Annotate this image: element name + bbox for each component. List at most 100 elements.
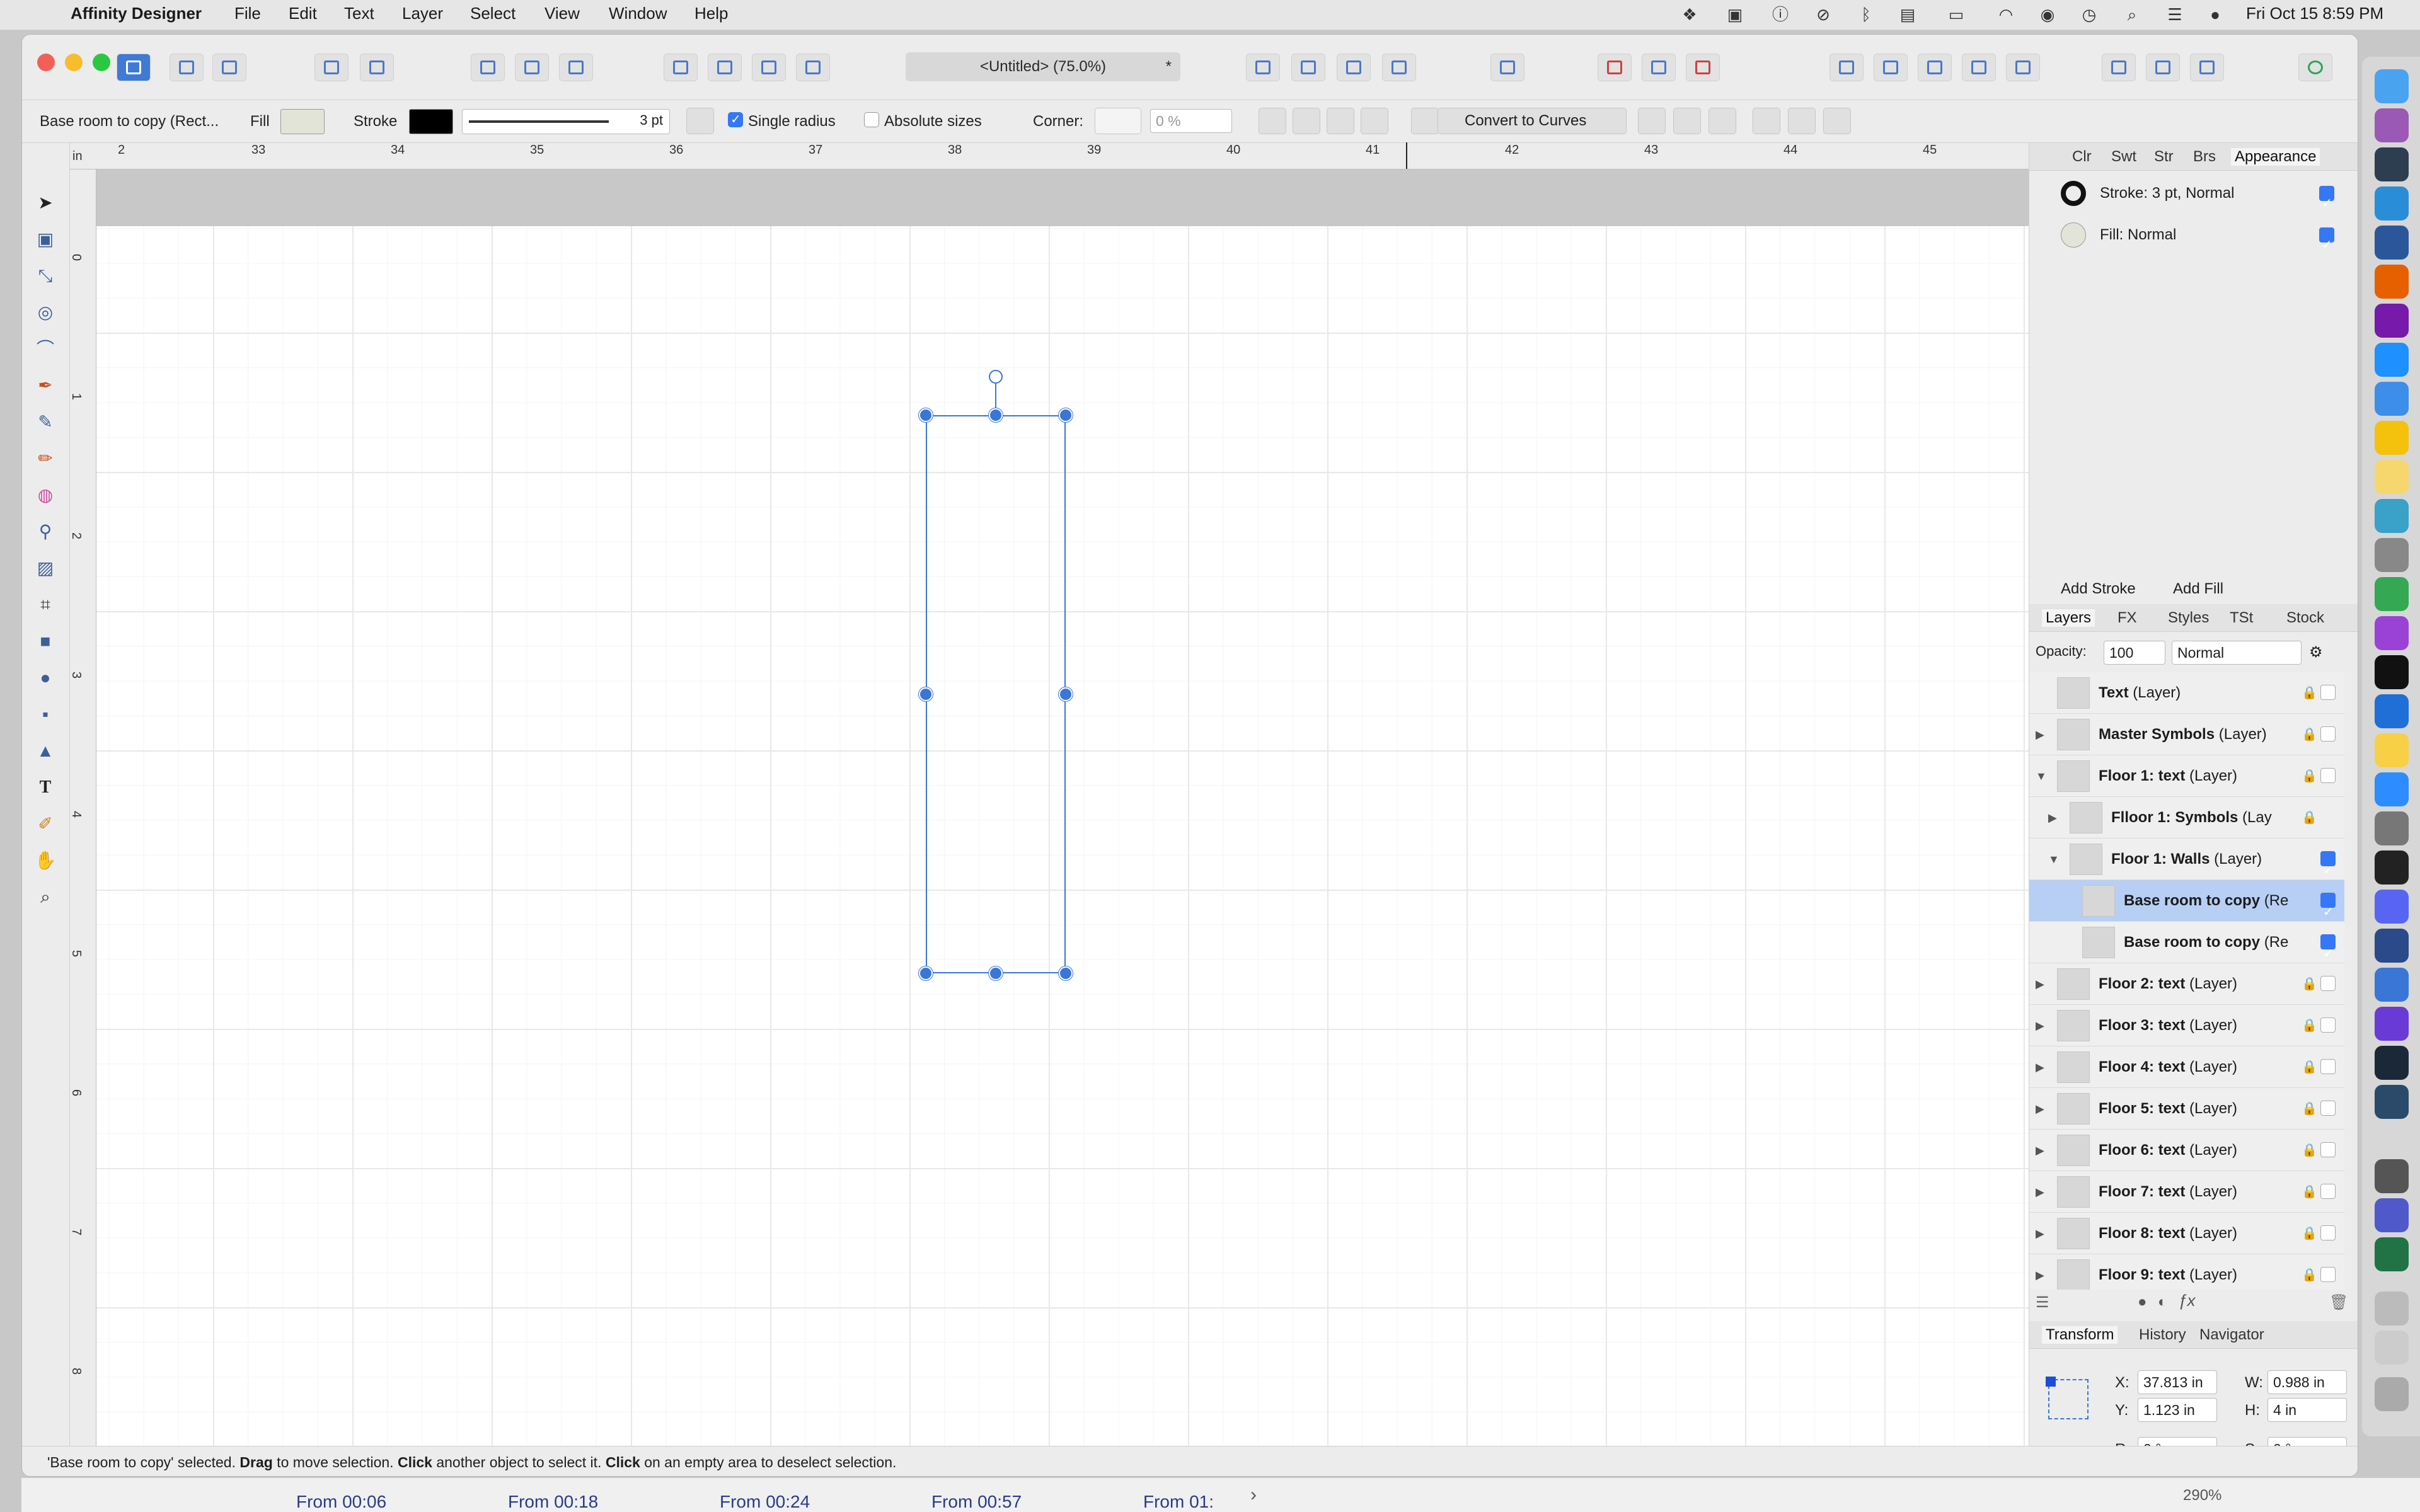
visibility-checkbox[interactable] xyxy=(2320,768,2336,783)
export-persona-icon[interactable] xyxy=(212,54,246,81)
menu-layer[interactable]: Layer xyxy=(402,4,443,23)
view-icon[interactable] xyxy=(1293,108,1320,134)
tab-styles[interactable]: Styles xyxy=(2168,609,2209,627)
visibility-checkbox[interactable] xyxy=(2320,1101,2336,1116)
visibility-checkbox[interactable] xyxy=(2320,726,2336,742)
tab-brushes[interactable]: Brs xyxy=(2193,148,2216,166)
corner-type-select[interactable] xyxy=(1095,108,1141,134)
canvas[interactable] xyxy=(96,169,2050,1476)
expand-triangle-icon[interactable]: ▶ xyxy=(2048,797,2057,838)
battery-icon[interactable]: ▭ xyxy=(1941,4,1971,25)
firefox-icon[interactable] xyxy=(2375,265,2409,299)
expand-triangle-icon[interactable]: ▶ xyxy=(2036,1254,2044,1290)
xor-boolean-icon[interactable] xyxy=(1962,54,1996,81)
launchpad-icon[interactable] xyxy=(2375,108,2409,142)
account-icon[interactable] xyxy=(2298,54,2332,81)
resize-handle[interactable] xyxy=(1059,687,1073,701)
anchor-selector[interactable] xyxy=(2046,1377,2089,1419)
siri-icon[interactable]: ● xyxy=(2204,4,2226,25)
expand-triangle-icon[interactable]: ▶ xyxy=(2036,714,2044,755)
layer-row[interactable]: ▶ Floor 6: text (Layer) 🔒 xyxy=(2029,1130,2344,1171)
stroke-settings-icon[interactable] xyxy=(686,108,714,134)
layer-row[interactable]: ▶ Flloor 1: Symbols (Lay 🔒 xyxy=(2029,797,2344,839)
insert-top-icon[interactable] xyxy=(2190,54,2224,81)
onenote-icon[interactable] xyxy=(2375,304,2409,338)
align-middle-icon[interactable] xyxy=(1788,108,1816,134)
resize-handle[interactable] xyxy=(919,408,933,422)
app-icon[interactable] xyxy=(2375,929,2409,963)
layer-row[interactable]: Text (Layer) 🔒 xyxy=(2029,672,2344,714)
assistant-icon[interactable] xyxy=(314,54,349,81)
search-icon[interactable]: ⌕ xyxy=(2121,4,2143,25)
collapse-triangle-icon[interactable]: ▼ xyxy=(2036,755,2047,796)
absolute-sizes-checkbox[interactable] xyxy=(864,112,879,127)
app-icon[interactable] xyxy=(2375,499,2409,533)
app-icon[interactable] xyxy=(2375,694,2409,728)
tab-stroke[interactable]: Str xyxy=(2154,148,2174,166)
convert-to-curves-button[interactable]: Convert to Curves xyxy=(1438,108,1627,134)
teams-icon[interactable] xyxy=(2375,1198,2409,1232)
tab-colour[interactable]: Clr xyxy=(2072,148,2092,166)
tab-layers[interactable]: Layers xyxy=(2042,609,2095,627)
designer-persona-icon[interactable] xyxy=(117,54,151,81)
document-tab[interactable]: <Untitled> (75.0%) * xyxy=(906,52,1180,81)
snap-magnet-icon[interactable] xyxy=(1686,54,1720,81)
resize-handle[interactable] xyxy=(1059,966,1073,980)
fill-tool-icon[interactable]: ◍ xyxy=(33,483,57,507)
visibility-checkbox[interactable] xyxy=(2320,1017,2336,1033)
menu-view[interactable]: View xyxy=(544,4,580,23)
rotation-handle[interactable] xyxy=(989,370,1003,384)
media-icon[interactable]: ▣ xyxy=(1724,4,1746,25)
rotate-right-icon[interactable] xyxy=(1382,54,1416,81)
resize-handle[interactable] xyxy=(919,966,933,980)
fx-icon[interactable]: ƒx xyxy=(2178,1291,2195,1310)
lock-icon[interactable]: 🔒 xyxy=(2302,1254,2317,1290)
layer-settings-icon[interactable]: ⚙ xyxy=(2309,643,2323,662)
align-icon[interactable] xyxy=(1490,54,1524,81)
color-picker-tool-icon[interactable]: ✐ xyxy=(33,812,57,836)
notes-icon[interactable] xyxy=(2375,733,2409,767)
stroke-width-slider[interactable]: 3 pt xyxy=(462,109,670,134)
visibility-checkbox[interactable] xyxy=(2320,1267,2336,1282)
layer-row[interactable]: ▶ Floor 7: text (Layer) 🔒 xyxy=(2029,1171,2344,1213)
mute-icon[interactable]: ⊘ xyxy=(1812,4,1834,25)
expand-triangle-icon[interactable]: ▶ xyxy=(2036,1046,2044,1087)
add-fill-button[interactable]: Add Fill xyxy=(2173,580,2223,598)
move-forward-icon[interactable] xyxy=(796,54,830,81)
tab-text-styles[interactable]: TSt xyxy=(2230,609,2253,627)
select-all-icon[interactable] xyxy=(471,54,505,81)
app-icon[interactable] xyxy=(2375,968,2409,1002)
terminal-icon[interactable] xyxy=(2375,850,2409,885)
move-front-icon[interactable] xyxy=(708,54,742,81)
trash-icon[interactable] xyxy=(2375,1377,2409,1411)
w-field[interactable]: 0.988 in xyxy=(2267,1370,2347,1394)
resize-icon[interactable] xyxy=(1361,108,1388,134)
stroke-swatch[interactable] xyxy=(409,109,453,134)
app-icon[interactable] xyxy=(2375,1085,2409,1119)
visibility-checkbox[interactable] xyxy=(2320,891,2336,921)
y-field[interactable]: 1.123 in xyxy=(2138,1398,2217,1422)
intersect-boolean-icon[interactable] xyxy=(1918,54,1952,81)
selected-rectangle[interactable] xyxy=(926,415,1066,973)
resize-handle[interactable] xyxy=(919,687,933,701)
move-backward-icon[interactable] xyxy=(752,54,786,81)
menu-file[interactable]: File xyxy=(234,4,261,23)
place-image-tool-icon[interactable]: ▨ xyxy=(33,556,57,580)
tab-swatches[interactable]: Swt xyxy=(2111,148,2136,166)
contour-tool-icon[interactable]: ◎ xyxy=(33,301,57,324)
chrome-icon[interactable] xyxy=(2375,421,2409,455)
opacity-field[interactable]: 100 xyxy=(2104,641,2165,665)
anchor-point[interactable] xyxy=(2046,1377,2056,1387)
flip-horizontal-icon[interactable] xyxy=(1246,54,1280,81)
visibility-checkbox[interactable] xyxy=(2320,685,2336,700)
lock-icon[interactable]: 🔒 xyxy=(2302,963,2317,1004)
adjustment-icon[interactable]: ◐ xyxy=(2158,1293,2167,1311)
invert-selection-icon[interactable] xyxy=(559,54,593,81)
move-tool-icon[interactable]: ➤ xyxy=(33,191,57,215)
expand-triangle-icon[interactable]: ▶ xyxy=(2036,1130,2044,1171)
tab-stock[interactable]: Stock xyxy=(2286,609,2324,627)
tab-navigator[interactable]: Navigator xyxy=(2199,1326,2264,1344)
artboard-tool-icon[interactable]: ▣ xyxy=(33,227,57,251)
menu-window[interactable]: Window xyxy=(609,4,667,23)
app-menu[interactable]: Affinity Designer xyxy=(71,4,202,23)
